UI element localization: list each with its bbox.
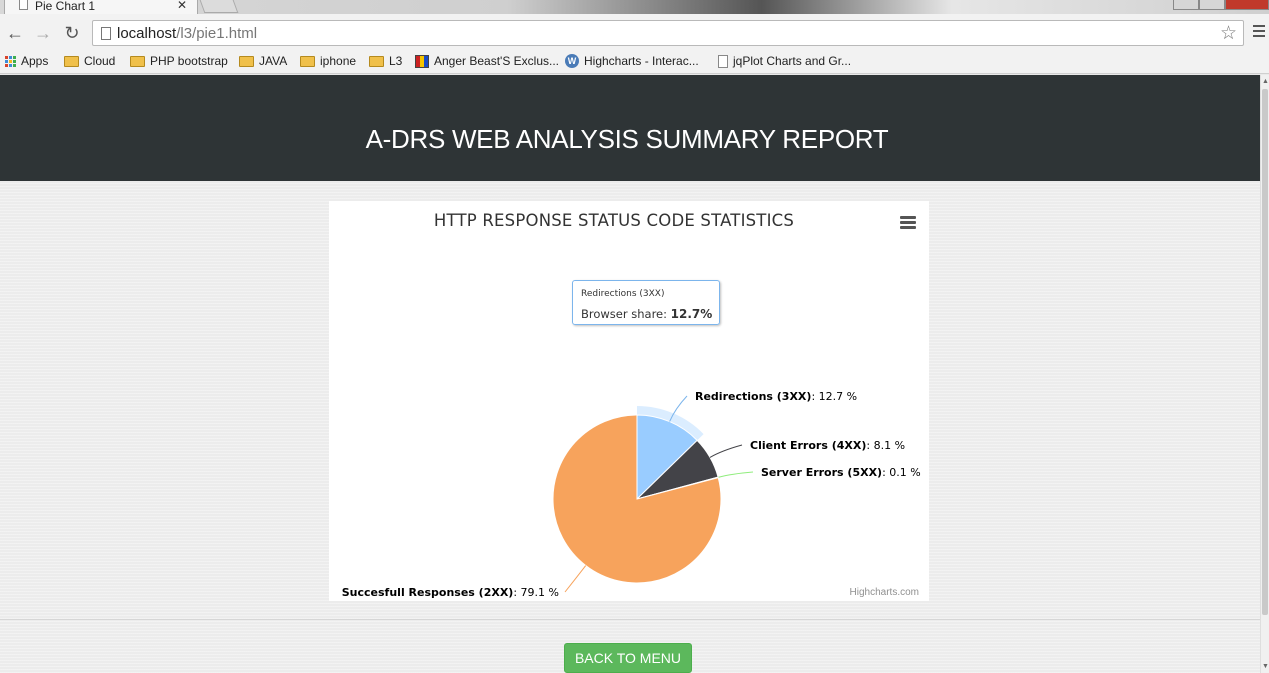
pie-chart-container: Redirections (3XX): 12.7 % Client Errors … — [329, 201, 929, 601]
reload-icon[interactable]: ↻ — [61, 23, 83, 44]
bookmark-iphone[interactable]: iphone — [300, 54, 356, 68]
bookmark-label: PHP bootstrap — [150, 54, 228, 68]
tab-title: Pie Chart 1 — [35, 0, 96, 13]
folder-icon — [369, 55, 384, 67]
chart-tooltip: Redirections (3XX) Browser share: 12.7% — [572, 280, 720, 325]
url-path: /l3/pie1.html — [176, 25, 258, 42]
bookmark-l3[interactable]: L3 — [369, 54, 402, 68]
page-icon — [101, 27, 111, 40]
apps-grid-icon — [5, 55, 16, 67]
tooltip-header: Redirections (3XX) — [581, 289, 665, 299]
chart-credits-link[interactable]: Highcharts.com — [850, 587, 919, 598]
store-icon — [415, 54, 429, 68]
tooltip-value: 12.7% — [670, 307, 713, 321]
page-viewport: A-DRS WEB ANALYSIS SUMMARY REPORT Redire… — [0, 75, 1260, 673]
maximize-button[interactable] — [1199, 0, 1225, 10]
page-icon — [718, 54, 728, 68]
bookmark-php-bootstrap[interactable]: PHP bootstrap — [130, 54, 228, 68]
pie-data-label-client-errors-4xx: Client Errors (4XX): 8.1 % — [750, 439, 905, 452]
bookmark-star-icon[interactable]: ☆ — [1220, 22, 1237, 45]
bookmark-label: Anger Beast'S Exclus... — [434, 54, 560, 68]
folder-icon — [130, 55, 145, 67]
folder-icon — [300, 55, 315, 67]
bookmark-apps[interactable]: Apps — [5, 54, 48, 68]
bookmark-anger-beast[interactable]: Anger Beast'S Exclus... — [415, 54, 559, 68]
url-text[interactable]: localhost/l3/pie1.html — [117, 25, 257, 42]
pie-connector-client-errors-4xx — [709, 444, 743, 458]
folder-icon — [64, 55, 79, 67]
new-tab-button[interactable] — [199, 0, 239, 13]
bookmark-label: Apps — [21, 54, 49, 68]
minimize-button[interactable] — [1173, 0, 1199, 10]
back-arrow-icon[interactable]: ← — [4, 23, 26, 44]
highcharts-icon: W — [565, 54, 579, 68]
forward-arrow-icon[interactable]: → — [32, 23, 54, 44]
pie-connector-server-errors-5xx — [718, 471, 754, 478]
address-bar[interactable]: localhost/l3/pie1.html ☆ — [92, 20, 1244, 46]
folder-icon — [239, 55, 254, 67]
back-to-menu-button[interactable]: BACK TO MENU — [564, 643, 692, 673]
window-controls — [1173, 0, 1269, 10]
pie-chart-svg: Redirections (3XX): 12.7 % Client Errors … — [342, 390, 921, 599]
pie-data-label-server-errors-5xx: Server Errors (5XX): 0.1 % — [761, 466, 921, 479]
scroll-down-arrow-icon[interactable]: ▼ — [1262, 663, 1269, 670]
tooltip-label: Browser share: — [581, 307, 668, 321]
bookmark-cloud[interactable]: Cloud — [64, 54, 115, 68]
url-host: localhost — [117, 25, 177, 42]
tab-close-icon[interactable]: ✕ — [177, 0, 187, 12]
scrollbar-thumb[interactable] — [1262, 89, 1268, 615]
tooltip-body: Browser share: 12.7% — [581, 307, 712, 321]
browser-tab[interactable]: Pie Chart 1 ✕ — [4, 0, 198, 14]
browser-menu-icon[interactable] — [1253, 25, 1265, 40]
page-icon — [19, 0, 28, 10]
bookmark-label: L3 — [389, 54, 403, 68]
page-header: A-DRS WEB ANALYSIS SUMMARY REPORT — [0, 75, 1260, 181]
bookmark-jqplot[interactable]: jqPlot Charts and Gr... — [718, 54, 851, 68]
pie-data-label-redirections-3xx: Redirections (3XX): 12.7 % — [695, 390, 857, 403]
bookmark-highcharts[interactable]: W Highcharts - Interac... — [565, 54, 699, 68]
vertical-scrollbar[interactable]: ▲ ▼ — [1260, 75, 1269, 673]
divider — [0, 619, 1260, 620]
bookmark-label: jqPlot Charts and Gr... — [733, 54, 852, 68]
scroll-up-arrow-icon[interactable]: ▲ — [1262, 78, 1269, 85]
bookmark-label: iphone — [320, 54, 357, 68]
chart-context-menu-icon[interactable] — [900, 216, 916, 231]
window-titlebar: Pie Chart 1 ✕ — [0, 0, 1269, 14]
bookmarks-bar: Apps Cloud PHP bootstrap JAVA iphone L3 … — [0, 52, 1269, 74]
bookmark-label: Highcharts - Interac... — [584, 54, 699, 68]
bookmark-java[interactable]: JAVA — [239, 54, 287, 68]
chart-title: HTTP RESPONSE STATUS CODE STATISTICS — [433, 211, 795, 230]
window-close-button[interactable] — [1225, 0, 1269, 10]
pie-data-label-succesfull-responses-2xx: Succesfull Responses (2XX): 79.1 % — [342, 586, 559, 599]
browser-toolbar: ← → ↻ localhost/l3/pie1.html ☆ — [0, 14, 1269, 52]
bookmark-label: JAVA — [259, 54, 288, 68]
bookmark-label: Cloud — [84, 54, 116, 68]
pie-connector-succesfull-responses-2xx — [564, 565, 587, 593]
page-title: A-DRS WEB ANALYSIS SUMMARY REPORT — [365, 124, 889, 154]
